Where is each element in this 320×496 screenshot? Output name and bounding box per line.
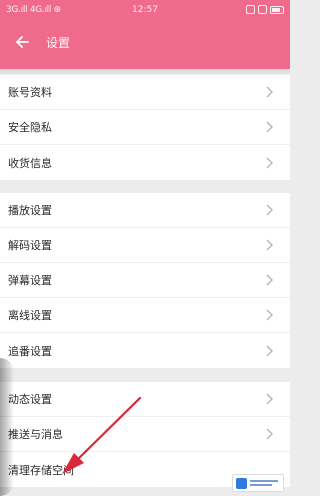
status-time: 12:57 xyxy=(132,5,158,15)
watermark-logo xyxy=(232,474,284,492)
settings-row-label: 离线设置 xyxy=(8,309,52,322)
settings-row-offline[interactable]: 离线设置 xyxy=(0,298,290,333)
chevron-right-icon xyxy=(266,309,273,321)
chevron-right-icon xyxy=(266,204,273,216)
page-title: 设置 xyxy=(46,35,71,50)
settings-row-security-privacy[interactable]: 安全隐私 xyxy=(0,110,290,145)
settings-row-shipping-info[interactable]: 收货信息 xyxy=(0,145,290,180)
chevron-right-icon xyxy=(266,393,273,405)
arrow-left-icon xyxy=(16,36,29,48)
status-bar: 3G.ıll 4G.ıll ⊕ 12:57 xyxy=(0,0,290,20)
settings-row-decoding[interactable]: 解码设置 xyxy=(0,228,290,263)
settings-row-label: 收货信息 xyxy=(8,156,52,170)
settings-row-playback[interactable]: 播放设置 xyxy=(0,193,290,228)
settings-row-label: 安全隐私 xyxy=(8,121,52,134)
signal-indicators: 3G.ıll 4G.ıll ⊕ xyxy=(6,5,61,15)
settings-group-other: 动态设置 推送与消息 清理存储空间 xyxy=(0,382,290,487)
settings-row-push-messages[interactable]: 推送与消息 xyxy=(0,417,290,452)
chevron-right-icon xyxy=(266,157,273,168)
status-icons xyxy=(246,5,284,14)
settings-row-account-profile[interactable]: 账号资料 xyxy=(0,75,290,110)
settings-row-label: 账号资料 xyxy=(8,86,52,99)
settings-row-label: 动态设置 xyxy=(8,393,52,406)
settings-row-danmaku[interactable]: 弹幕设置 xyxy=(0,263,290,298)
chevron-right-icon xyxy=(266,86,273,98)
finger-shadow xyxy=(0,358,14,496)
toolbar: 设置 xyxy=(0,22,290,62)
battery-icon xyxy=(270,5,284,14)
chevron-right-icon xyxy=(266,345,273,356)
settings-row-label: 弹幕设置 xyxy=(8,274,52,287)
settings-row-label: 追番设置 xyxy=(8,344,52,358)
chevron-right-icon xyxy=(266,239,273,251)
settings-row-feed[interactable]: 动态设置 xyxy=(0,382,290,417)
settings-row-follow-anime[interactable]: 追番设置 xyxy=(0,333,290,368)
chevron-right-icon xyxy=(266,428,273,440)
settings-row-label: 清理存储空间 xyxy=(8,463,74,477)
settings-row-label: 播放设置 xyxy=(8,204,52,217)
chevron-right-icon xyxy=(266,274,273,286)
chevron-right-icon xyxy=(266,121,273,133)
site-logo-icon xyxy=(236,477,247,489)
app-bar: 3G.ıll 4G.ıll ⊕ 12:57 设置 xyxy=(0,0,290,69)
alarm-icon xyxy=(246,5,255,14)
settings-group-playback: 播放设置 解码设置 弹幕设置 离线设置 追番设置 xyxy=(0,193,290,368)
settings-group-account: 账号资料 安全隐私 收货信息 xyxy=(0,75,290,180)
back-button[interactable] xyxy=(2,22,42,62)
settings-row-label: 解码设置 xyxy=(8,239,52,252)
wifi-icon xyxy=(258,5,267,14)
settings-row-label: 推送与消息 xyxy=(8,428,63,441)
